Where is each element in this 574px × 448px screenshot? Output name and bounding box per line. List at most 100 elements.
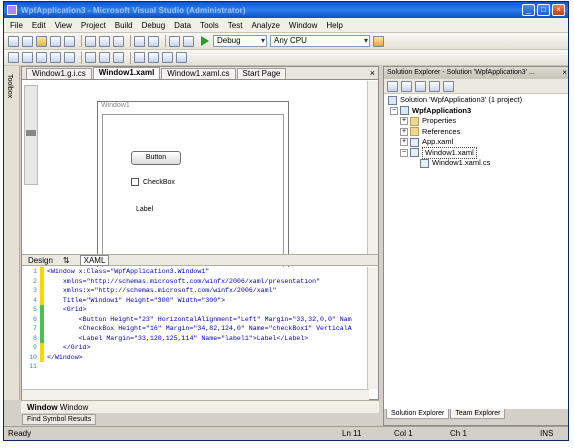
comment-icon[interactable]: [134, 52, 145, 63]
status-bar: Ready Ln 11 Col 1 Ch 1 INS: [4, 426, 568, 440]
start-debugging-icon[interactable]: [201, 36, 209, 46]
menu-view[interactable]: View: [55, 21, 72, 30]
design-vertical-scrollbar[interactable]: [367, 81, 378, 254]
find-icon[interactable]: [373, 35, 384, 47]
tab-solution-explorer[interactable]: Solution Explorer: [386, 409, 450, 419]
project-icon: [400, 106, 409, 116]
ide-window: WpfApplication3 - Microsoft Visual Studi…: [3, 1, 569, 441]
tab-start-page[interactable]: Start Page: [236, 68, 287, 79]
tab-window1-g-i-cs[interactable]: Window1.g.i.cs: [26, 68, 92, 79]
navigate-back-icon[interactable]: [169, 35, 180, 47]
standard-toolbar: Debug Any CPU: [4, 33, 568, 50]
breadcrumb-name[interactable]: Window: [60, 403, 88, 412]
collapse-icon[interactable]: −: [400, 148, 408, 157]
tab-find-symbol-results[interactable]: Find Symbol Results: [22, 414, 97, 425]
copy-icon[interactable]: [99, 35, 110, 47]
align-left-icon[interactable]: [8, 52, 19, 63]
expand-icon[interactable]: +: [400, 127, 408, 136]
close-tab-icon[interactable]: ×: [370, 68, 375, 78]
menu-test[interactable]: Test: [228, 21, 243, 30]
configuration-select[interactable]: Debug: [213, 35, 267, 47]
solution-explorer-title: Solution Explorer - Solution 'WpfApplica…: [387, 69, 535, 76]
same-height-icon[interactable]: [99, 52, 110, 63]
close-panel-icon[interactable]: ×: [562, 67, 567, 79]
code-horizontal-scrollbar[interactable]: [22, 389, 369, 400]
align-top-icon[interactable]: [50, 52, 61, 63]
design-surface[interactable]: Window1 Button CheckBox Label: [22, 81, 378, 281]
tree-item-properties[interactable]: + Properties: [384, 116, 568, 127]
paste-icon[interactable]: [113, 35, 124, 47]
menu-window[interactable]: Window: [289, 21, 317, 30]
navigate-forward-icon[interactable]: [183, 35, 194, 47]
xaml-view-tab[interactable]: XAML: [79, 254, 110, 266]
view-designer-icon[interactable]: [443, 80, 454, 92]
show-all-files-icon[interactable]: [401, 80, 412, 92]
menu-edit[interactable]: Edit: [32, 21, 46, 30]
toolbox-label[interactable]: Toolbox: [6, 74, 13, 98]
zoom-slider-thumb[interactable]: [26, 130, 36, 136]
tab-window1-xaml-cs[interactable]: Window1.xaml.cs: [161, 68, 236, 79]
undo-icon[interactable]: [134, 35, 145, 47]
redo-icon[interactable]: [148, 35, 159, 47]
tree-item-window1-xaml-cs[interactable]: Window1.xaml.cs: [384, 158, 568, 169]
wpf-label-control[interactable]: Label: [136, 206, 153, 213]
toolbar-separator: [130, 35, 131, 47]
menu-file[interactable]: File: [10, 21, 23, 30]
checkbox-box[interactable]: [131, 178, 139, 186]
tree-item-project[interactable]: − WpfApplication3: [384, 106, 568, 117]
align-center-icon[interactable]: [22, 52, 33, 63]
menu-data[interactable]: Data: [174, 21, 191, 30]
toolbar-separator: [81, 51, 82, 64]
same-width-icon[interactable]: [85, 52, 96, 63]
close-button[interactable]: ×: [552, 4, 565, 16]
save-all-icon[interactable]: [64, 35, 75, 47]
expand-icon[interactable]: +: [400, 117, 408, 126]
swap-panes-icon[interactable]: ⇅: [63, 256, 70, 265]
cut-icon[interactable]: [85, 35, 96, 47]
folder-icon: [410, 127, 419, 137]
xaml-editor[interactable]: 1 <Window x:Class="WpfApplication3.Window…: [22, 267, 369, 389]
zoom-slider[interactable]: [24, 85, 38, 185]
title-bar: WpfApplication3 - Microsoft Visual Studi…: [4, 2, 568, 18]
code-vertical-scrollbar[interactable]: [367, 267, 378, 389]
new-project-icon[interactable]: [8, 35, 19, 47]
design-view-tab[interactable]: Design: [28, 256, 53, 265]
menu-analyze[interactable]: Analyze: [251, 21, 279, 30]
next-bookmark-icon[interactable]: [176, 52, 187, 63]
properties-icon[interactable]: [387, 80, 398, 92]
status-line: Ln 11: [342, 429, 362, 438]
tree-item-references[interactable]: + References: [384, 127, 568, 138]
tab-window1-xaml[interactable]: Window1.xaml: [92, 67, 161, 79]
uncomment-icon[interactable]: [148, 52, 159, 63]
open-file-icon[interactable]: [36, 35, 47, 47]
platform-select[interactable]: Any CPU: [270, 35, 370, 47]
add-item-icon[interactable]: [22, 35, 33, 47]
bookmark-icon[interactable]: [162, 52, 173, 63]
maximize-button[interactable]: □: [537, 4, 550, 16]
toolbox-panel[interactable]: Toolbox: [4, 66, 20, 400]
checkbox-text: CheckBox: [143, 178, 175, 186]
view-code-icon[interactable]: [429, 80, 440, 92]
menu-debug[interactable]: Debug: [142, 21, 166, 30]
tree-item-solution[interactable]: Solution 'WpfApplication3' (1 project): [384, 95, 568, 106]
expand-icon[interactable]: +: [400, 138, 408, 147]
breadcrumb-element[interactable]: Window: [27, 403, 58, 412]
wpf-button-control[interactable]: Button: [131, 151, 181, 165]
wpf-checkbox-control[interactable]: CheckBox: [131, 178, 175, 186]
collapse-icon[interactable]: −: [390, 106, 398, 115]
menu-tools[interactable]: Tools: [200, 21, 219, 30]
minimize-button[interactable]: _: [522, 4, 535, 16]
align-right-icon[interactable]: [36, 52, 47, 63]
refresh-icon[interactable]: [415, 80, 426, 92]
tab-team-explorer[interactable]: Team Explorer: [450, 409, 506, 419]
code-line: 10 </Window>: [29, 352, 83, 362]
menu-build[interactable]: Build: [115, 21, 133, 30]
align-middle-icon[interactable]: [64, 52, 75, 63]
wpf-grid[interactable]: Button CheckBox Label: [102, 114, 284, 276]
menu-project[interactable]: Project: [81, 21, 106, 30]
save-icon[interactable]: [50, 35, 61, 47]
same-size-icon[interactable]: [113, 52, 124, 63]
code-line: 2 xmlns="http://schemas.microsoft.com/wi…: [33, 276, 321, 286]
tree-item-window1-xaml[interactable]: − Window1.xaml: [384, 146, 568, 159]
menu-help[interactable]: Help: [326, 21, 342, 30]
